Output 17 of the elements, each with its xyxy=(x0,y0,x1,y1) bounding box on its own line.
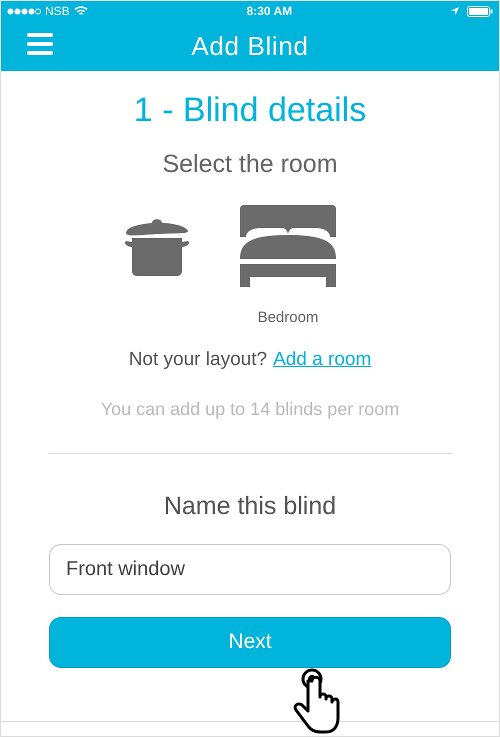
room-label: Bedroom xyxy=(258,308,318,328)
wifi-icon xyxy=(74,6,88,16)
room-prompt: Select the room xyxy=(162,148,338,180)
location-arrow-icon xyxy=(450,7,459,15)
clock-time: 8:30 AM xyxy=(246,3,292,20)
bed-icon[interactable] xyxy=(238,205,338,287)
hint-text: You can add up to 14 blinds per room xyxy=(100,398,400,421)
layout-prompt: Not your layout? xyxy=(128,348,268,372)
name-field[interactable]: Front window xyxy=(49,544,451,594)
name-prompt: Name this blind xyxy=(164,491,336,522)
add-room-link[interactable]: Add a room xyxy=(273,346,372,374)
battery-icon xyxy=(466,6,493,16)
signal-icon xyxy=(7,8,41,14)
screen-title: Add Blind xyxy=(191,30,309,62)
carrier-name: NSB xyxy=(45,3,70,20)
step-title: 1 - Blind details xyxy=(134,90,366,131)
next-button[interactable]: Next xyxy=(49,616,451,668)
